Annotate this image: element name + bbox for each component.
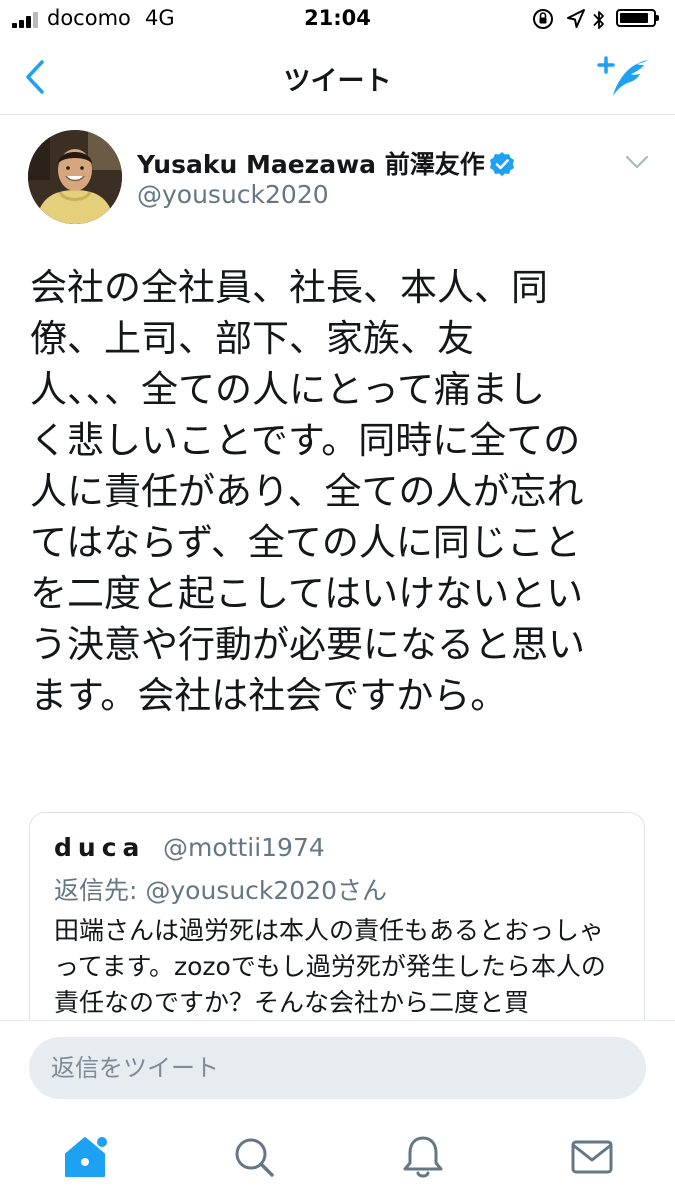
compose-tweet-icon[interactable] bbox=[596, 54, 652, 98]
author-handle: @yousuck2020 bbox=[137, 180, 329, 209]
quoted-tweet[interactable]: duca @mottii1974 返信先: @yousuck2020さん 田端さ… bbox=[29, 812, 645, 1052]
orientation-lock-icon bbox=[533, 9, 553, 29]
avatar[interactable] bbox=[28, 130, 122, 224]
tweet-text: 会社の全社員、社長、本人、同 僚、上司、部下、家族、友 人、、、全ての人にとって… bbox=[30, 266, 585, 717]
home-icon[interactable] bbox=[60, 1132, 110, 1182]
bluetooth-icon bbox=[593, 11, 604, 29]
quoted-reply-to: 返信先: @yousuck2020さん bbox=[54, 876, 388, 905]
author-name[interactable]: Yusaku Maezawa 前澤友作 bbox=[137, 145, 515, 181]
battery-icon bbox=[616, 9, 659, 27]
quoted-author-name: duca bbox=[54, 833, 146, 862]
location-icon bbox=[567, 9, 585, 28]
reply-bar bbox=[0, 1020, 675, 1117]
quoted-author-handle: @mottii1974 bbox=[163, 833, 325, 862]
status-bar: docomo 4G 21:04 bbox=[0, 0, 675, 40]
chevron-down-icon[interactable] bbox=[624, 152, 650, 172]
verified-badge-icon bbox=[489, 152, 514, 176]
messages-icon[interactable] bbox=[567, 1132, 617, 1182]
tab-bar bbox=[0, 1116, 675, 1200]
search-icon[interactable] bbox=[229, 1132, 279, 1182]
author-name-text: Yusaku Maezawa 前澤友作 bbox=[137, 150, 485, 179]
notifications-icon[interactable] bbox=[398, 1132, 448, 1182]
page-title: ツイート bbox=[283, 66, 392, 97]
nav-bar: ツイート bbox=[0, 40, 675, 115]
quoted-tweet-text: 田端さんは過労死は本人の責任もあるとおっしゃってます。zozoでもし過労死が発生… bbox=[54, 916, 606, 1017]
reply-input[interactable] bbox=[29, 1037, 646, 1099]
